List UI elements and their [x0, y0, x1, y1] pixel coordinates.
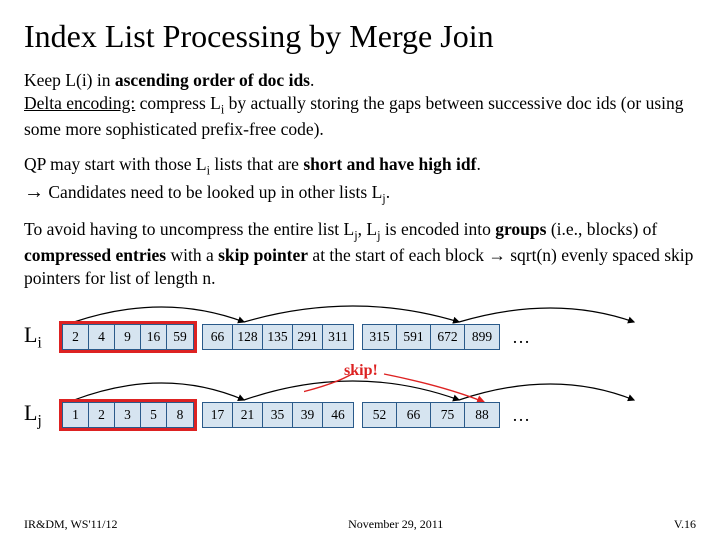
dots-icon: … [508, 327, 530, 348]
cell: 66 [203, 325, 233, 349]
cell: 2 [63, 325, 89, 349]
t: groups [495, 219, 546, 239]
t: , L [358, 219, 377, 239]
cell: 46 [323, 403, 353, 427]
cell: 4 [89, 325, 115, 349]
t: Candidates need to be looked up in other… [44, 182, 382, 202]
cell: 59 [167, 325, 193, 349]
li-group-1: 2 4 9 16 59 [62, 324, 194, 350]
cell: 315 [363, 325, 397, 349]
cell: 8 [167, 403, 193, 427]
cell: 75 [431, 403, 465, 427]
t: To avoid having to uncompress the entire… [24, 219, 354, 239]
t: ascending order of doc ids [115, 70, 310, 90]
t: with a [166, 245, 218, 265]
t: L [24, 322, 37, 347]
cell: 5 [141, 403, 167, 427]
cell: 311 [323, 325, 353, 349]
t: compress L [135, 93, 221, 113]
cell: 591 [397, 325, 431, 349]
li-group-2: 66 128 135 291 311 [202, 324, 354, 350]
footer-left: IR&DM, WS'11/12 [24, 517, 118, 532]
row-li: Li 2 4 9 16 59 66 128 135 291 311 315 59… [24, 322, 530, 352]
cell: 9 [115, 325, 141, 349]
cell: 16 [141, 325, 167, 349]
label-lj: Lj [24, 400, 54, 430]
t: . [386, 182, 390, 202]
cell: 135 [263, 325, 293, 349]
t: . [310, 70, 314, 90]
cell: 2 [89, 403, 115, 427]
t: is encoded into [381, 219, 496, 239]
skip-label: skip! [344, 362, 378, 380]
t: L [24, 400, 37, 425]
cell: 35 [263, 403, 293, 427]
sub-i: i [37, 334, 41, 351]
lj-group-3: 52 66 75 88 [362, 402, 500, 428]
footer: IR&DM, WS'11/12 November 29, 2011 V.16 [24, 517, 696, 532]
lj-group-1: 1 2 3 5 8 [62, 402, 194, 428]
t: (i.e., blocks) of [546, 219, 657, 239]
li-group-3: 315 591 672 899 [362, 324, 500, 350]
cell: 52 [363, 403, 397, 427]
cell: 1 [63, 403, 89, 427]
dots-icon: … [508, 405, 530, 426]
cell: 66 [397, 403, 431, 427]
diagram: Li 2 4 9 16 59 66 128 135 291 311 315 59… [24, 302, 696, 452]
cell: 128 [233, 325, 263, 349]
footer-right: V.16 [674, 517, 696, 532]
cell: 17 [203, 403, 233, 427]
row-lj: Lj 1 2 3 5 8 17 21 35 39 46 52 66 75 88 … [24, 400, 530, 430]
cell: 21 [233, 403, 263, 427]
t: compressed entries [24, 245, 166, 265]
footer-mid: November 29, 2011 [348, 517, 443, 532]
lj-group-2: 17 21 35 39 46 [202, 402, 354, 428]
t: short and have high idf [303, 154, 476, 174]
sub-j: j [37, 412, 41, 429]
t: skip pointer [218, 245, 308, 265]
para-2: QP may start with those Li lists that ar… [24, 153, 696, 206]
cell: 39 [293, 403, 323, 427]
cell: 672 [431, 325, 465, 349]
t: Delta encoding: [24, 93, 135, 113]
t: . [476, 154, 480, 174]
t: QP may start with those L [24, 154, 207, 174]
cell: 3 [115, 403, 141, 427]
cell: 899 [465, 325, 499, 349]
label-li: Li [24, 322, 54, 352]
page-title: Index List Processing by Merge Join [24, 18, 696, 55]
t: lists that are [210, 154, 303, 174]
cell: 88 [465, 403, 499, 427]
t: Keep L(i) in [24, 70, 115, 90]
para-1: Keep L(i) in ascending order of doc ids.… [24, 69, 696, 141]
para-3: To avoid having to uncompress the entire… [24, 218, 696, 290]
cell: 291 [293, 325, 323, 349]
arrow-right-icon: → [24, 181, 44, 203]
